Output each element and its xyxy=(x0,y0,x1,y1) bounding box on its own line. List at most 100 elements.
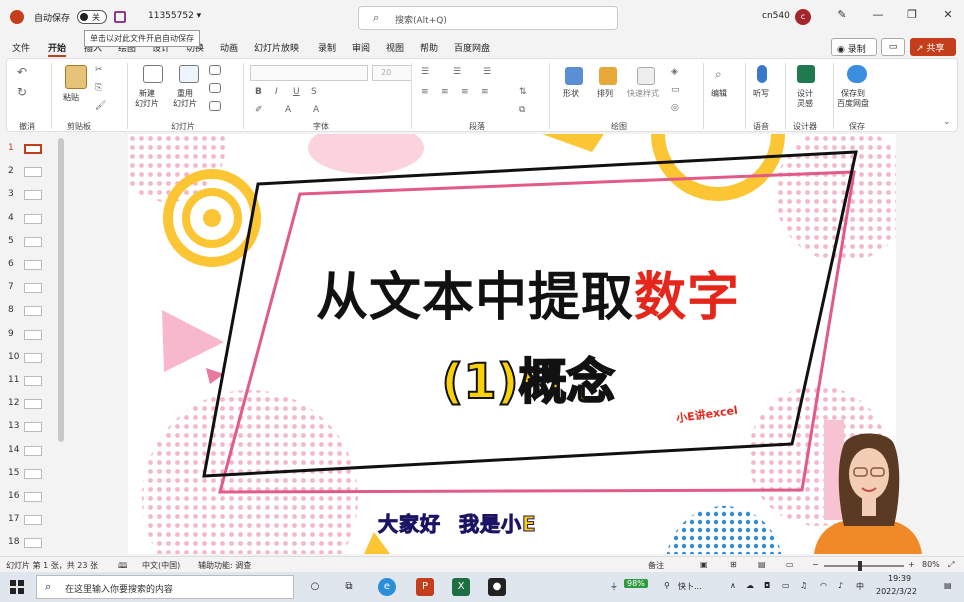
slide-thumbnail[interactable]: 2 xyxy=(0,163,66,183)
slide-thumbnail[interactable]: 1 xyxy=(0,140,66,160)
thumbnails-scrollbar[interactable] xyxy=(58,138,64,442)
paste-icon[interactable] xyxy=(65,65,87,89)
editing-button[interactable]: 编辑 xyxy=(711,89,727,99)
underline-icon[interactable]: U xyxy=(293,87,300,97)
justify-icon[interactable]: ≡ xyxy=(481,87,489,97)
tab-file[interactable]: 文件 xyxy=(12,41,30,54)
excel-icon[interactable]: X xyxy=(452,578,470,596)
clock-date[interactable]: 2022/3/22 xyxy=(876,587,917,596)
slide-thumbnail[interactable]: 17 xyxy=(0,511,66,531)
dictate-button[interactable]: 听写 xyxy=(753,89,769,99)
font-size-select[interactable]: 20 xyxy=(372,65,412,81)
edge-icon[interactable]: e xyxy=(378,578,396,596)
volume-icon[interactable]: ♪ xyxy=(838,581,843,590)
text-direction-icon[interactable]: ⇅ xyxy=(519,87,527,97)
slide-thumbnail[interactable]: 18 xyxy=(0,534,66,554)
tab-slideshow[interactable]: 幻灯片放映 xyxy=(254,41,299,54)
find-icon[interactable]: ⌕ xyxy=(715,67,722,82)
collapse-ribbon-icon[interactable]: ⌄ xyxy=(943,117,951,127)
quick-styles-icon[interactable] xyxy=(637,67,655,85)
power-plug-icon[interactable]: ⏚ xyxy=(610,581,618,592)
designer-button[interactable]: 设计 灵感 xyxy=(797,89,813,109)
slide-thumbnail[interactable]: 6 xyxy=(0,256,66,276)
new-slide-button[interactable]: 新建 幻灯片 xyxy=(135,89,159,109)
close-icon[interactable]: ✕ xyxy=(938,8,958,26)
taskbar-powerpoint-icon[interactable]: P xyxy=(416,578,434,596)
zoom-in-icon[interactable]: + xyxy=(908,560,915,569)
align-center-icon[interactable]: ≡ xyxy=(441,87,449,97)
accessibility-indicator[interactable]: 辅助功能: 调查 xyxy=(198,560,251,571)
slide-thumbnail[interactable]: 11 xyxy=(0,372,66,392)
recorder-icon[interactable]: ● xyxy=(488,578,506,596)
slideshow-icon[interactable]: ▭ xyxy=(786,560,794,569)
avatar[interactable]: c xyxy=(795,9,811,25)
slide-thumbnail[interactable]: 9 xyxy=(0,326,66,346)
tray-expand-icon[interactable]: ∧ xyxy=(730,581,736,590)
zoom-slider-thumb[interactable] xyxy=(858,561,862,571)
network-icon[interactable]: ⚲ xyxy=(664,581,670,590)
shape-effects-icon[interactable]: ◎ xyxy=(671,103,679,113)
new-slide-icon[interactable] xyxy=(143,65,163,83)
microphone-icon[interactable] xyxy=(757,65,767,83)
designer-icon[interactable] xyxy=(797,65,815,83)
tab-record[interactable]: 录制 xyxy=(318,41,336,54)
slide-thumbnail[interactable]: 16 xyxy=(0,488,66,508)
shape-outline-icon[interactable]: ▭ xyxy=(671,85,680,95)
wifi-icon[interactable]: ◠ xyxy=(820,581,827,590)
convert-smartart-icon[interactable]: ⧉ xyxy=(519,105,525,115)
tab-home[interactable]: 开始 xyxy=(48,41,67,57)
layout-icon[interactable] xyxy=(209,65,221,75)
arrange-icon[interactable] xyxy=(599,67,617,85)
slide-canvas[interactable]: 从文本中提取数字 (1)概念 小E讲excel 大家好 我是小E xyxy=(128,134,896,554)
tab-help[interactable]: 帮助 xyxy=(420,41,438,54)
file-name[interactable]: 11355752 ▾ xyxy=(148,11,201,21)
reuse-slide-button[interactable]: 重用 幻灯片 xyxy=(173,89,197,109)
shapes-button[interactable]: 形状 xyxy=(563,89,579,99)
record-button[interactable]: ◉ 录制 xyxy=(831,38,877,56)
strikethrough-icon[interactable]: S xyxy=(311,87,317,97)
tray-app-label[interactable]: 快卜... xyxy=(678,581,702,592)
slide-thumbnail[interactable]: 7 xyxy=(0,279,66,299)
language-indicator[interactable]: 中文(中国) xyxy=(142,560,180,571)
save-baidu-button[interactable]: 保存到 百度网盘 xyxy=(837,89,869,109)
slide-thumbnail[interactable]: 5 xyxy=(0,233,66,253)
battery-indicator[interactable]: 98% xyxy=(624,579,648,588)
windows-start-icon[interactable] xyxy=(10,580,24,594)
slide-thumbnail[interactable]: 10 xyxy=(0,349,66,369)
font-size-up-icon[interactable]: A xyxy=(313,105,319,115)
slide-thumbnail[interactable]: 8 xyxy=(0,302,66,322)
minimize-icon[interactable]: — xyxy=(868,8,888,26)
save-icon[interactable] xyxy=(114,11,126,23)
section-icon[interactable] xyxy=(209,101,221,111)
paste-button[interactable]: 粘贴 xyxy=(63,93,79,103)
baidu-cloud-icon[interactable] xyxy=(847,65,867,83)
align-right-icon[interactable]: ≡ xyxy=(461,87,469,97)
taskbar-search-input[interactable]: ⌕ 在这里输入你要搜索的内容 xyxy=(36,575,294,599)
copy-icon[interactable]: ⎘ xyxy=(95,83,102,93)
tab-view[interactable]: 视图 xyxy=(386,41,404,54)
slide-thumbnail[interactable]: 14 xyxy=(0,442,66,462)
shape-fill-icon[interactable]: ◈ xyxy=(671,67,678,77)
undo-icon[interactable]: ↶ xyxy=(17,65,27,79)
zoom-slider[interactable] xyxy=(824,561,904,571)
bullets-icon[interactable]: ☰ xyxy=(421,67,429,77)
share-button[interactable]: ↗ 共享 xyxy=(910,38,956,56)
task-view-icon[interactable]: ⧉ xyxy=(340,578,358,596)
user-name[interactable]: cn540 xyxy=(762,11,790,21)
reuse-slide-icon[interactable] xyxy=(179,65,199,83)
comment-button[interactable]: ▭ xyxy=(881,38,905,56)
tray-headset-icon[interactable]: ♫ xyxy=(800,581,807,590)
tray-camera-icon[interactable]: ◘ xyxy=(764,581,770,590)
slide-scrollbar[interactable] xyxy=(946,136,956,554)
slide-thumbnail[interactable]: 4 xyxy=(0,210,66,230)
italic-icon[interactable]: I xyxy=(275,87,278,97)
format-painter-icon[interactable]: 🖌 xyxy=(95,101,106,111)
cortana-icon[interactable]: ○ xyxy=(306,578,324,596)
zoom-level[interactable]: 80% xyxy=(922,560,940,569)
pen-icon[interactable]: ✎ xyxy=(832,8,852,26)
quick-styles-button[interactable]: 快速样式 xyxy=(627,89,659,99)
font-name-select[interactable] xyxy=(250,65,368,81)
clock-time[interactable]: 19:39 xyxy=(888,574,911,583)
slide-sorter-icon[interactable]: ⊞ xyxy=(730,560,737,569)
highlight-icon[interactable]: ✐ xyxy=(255,105,263,115)
